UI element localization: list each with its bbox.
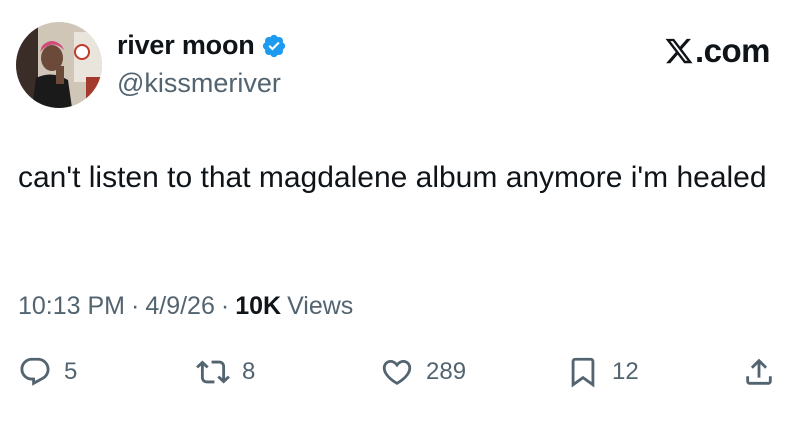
reply-button[interactable]: 5 — [18, 350, 77, 394]
meta-separator: · — [131, 292, 140, 320]
tweet-time[interactable]: 10:13 PM — [18, 292, 125, 321]
bookmark-count: 12 — [612, 358, 639, 385]
like-count: 289 — [426, 358, 467, 385]
avatar-photo — [16, 22, 102, 108]
heart-icon — [380, 355, 414, 389]
repost-button[interactable]: 8 — [196, 350, 255, 394]
repost-count: 8 — [242, 358, 256, 385]
author-display-name[interactable]: river moon — [117, 30, 255, 61]
meta-separator: · — [220, 292, 230, 320]
author-handle[interactable]: @kissmeriver — [117, 68, 281, 99]
bookmark-button[interactable]: 12 — [566, 350, 639, 394]
like-button[interactable]: 289 — [380, 350, 466, 394]
reply-count: 5 — [64, 358, 78, 385]
tweet-text: can't listen to that magdalene album any… — [18, 161, 767, 194]
tweet-date[interactable]: 4/9/26 — [145, 292, 215, 321]
views-label[interactable]: Views — [287, 292, 353, 321]
brand-watermark: .com — [664, 32, 771, 70]
brand-label: .com — [694, 32, 771, 69]
bookmark-icon — [566, 355, 600, 389]
share-icon — [742, 355, 776, 389]
repost-icon — [196, 355, 230, 389]
tweet-meta: 10:13 PM · 4/9/26 · 10K Views — [18, 292, 353, 321]
share-button[interactable] — [742, 350, 776, 394]
avatar[interactable] — [16, 22, 102, 108]
reply-icon — [18, 355, 52, 389]
views-count[interactable]: 10K — [235, 292, 281, 321]
x-logo-icon — [664, 36, 694, 66]
author-name-row[interactable]: river moon — [117, 30, 287, 61]
action-bar: 5 8 289 12 — [0, 350, 800, 394]
verified-badge-icon — [261, 33, 287, 59]
